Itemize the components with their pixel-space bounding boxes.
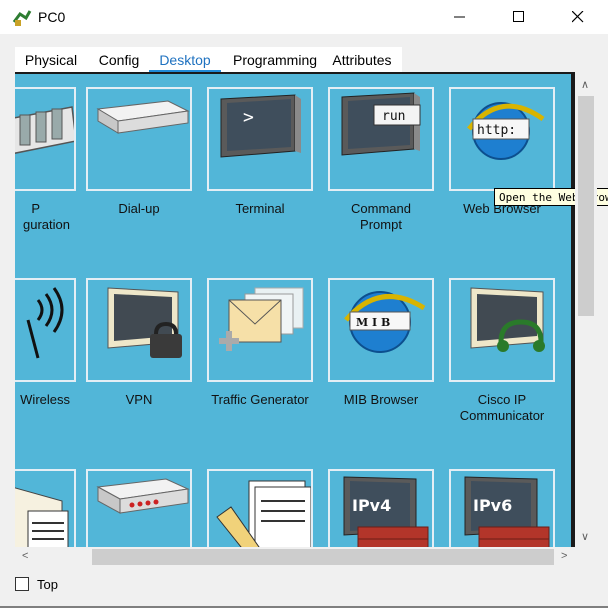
traffic-generator-app[interactable] (207, 278, 313, 382)
tab-attributes[interactable]: Attributes (328, 47, 396, 72)
text-editor-icon (216, 480, 311, 547)
ipv4-firewall-icon: IPv4 (343, 476, 429, 547)
scroll-up-icon[interactable]: ∧ (581, 78, 589, 91)
maximize-icon (513, 11, 524, 22)
content-border-top (15, 72, 575, 74)
vertical-scroll-thumb[interactable] (578, 96, 594, 316)
close-icon (572, 11, 584, 23)
scroll-left-icon[interactable]: < (22, 550, 28, 562)
svg-text:>: > (243, 107, 254, 128)
tab-physical[interactable]: Physical (15, 47, 87, 72)
maximize-button[interactable] (489, 0, 549, 34)
command-prompt-label: Command Prompt (351, 201, 411, 232)
tab-bar: Physical Config Desktop Programming Attr… (15, 47, 402, 72)
terminal-icon: > (220, 94, 301, 158)
close-button[interactable] (548, 0, 608, 34)
top-checkbox-label: Top (37, 577, 58, 592)
web-browser-app[interactable]: http: (449, 87, 555, 191)
scroll-right-icon[interactable]: > (561, 550, 567, 562)
top-checkbox[interactable] (15, 577, 29, 591)
terminal-label: Terminal (235, 201, 285, 216)
tab-programming[interactable]: Programming (225, 47, 325, 72)
tab-desktop[interactable]: Desktop (149, 47, 221, 72)
svg-text:IPv6: IPv6 (473, 496, 512, 515)
traffic-generator-label: Traffic Generator (211, 392, 309, 407)
cisco-ip-communicator-app[interactable] (449, 278, 555, 382)
window-title: PC0 (38, 9, 66, 25)
packet-tracer-icon (12, 10, 32, 26)
pppoe-dialer-app[interactable] (86, 469, 192, 547)
ip-configuration-icon (15, 106, 74, 154)
vpn-app[interactable] (86, 278, 192, 382)
desktop-panel: P guration Dial-up > Terminal run Comman (15, 72, 575, 547)
mib-browser-label: MIB Browser (343, 392, 419, 407)
ip-configuration-app[interactable] (15, 87, 76, 191)
tab-config[interactable]: Config (91, 47, 147, 72)
dial-up-app[interactable] (86, 87, 192, 191)
text-editor-app[interactable] (207, 469, 313, 547)
mib-browser-icon: M I B (344, 291, 426, 353)
svg-text:M I B: M I B (356, 316, 390, 329)
traffic-generator-icon (219, 287, 304, 351)
terminal-app[interactable]: > (207, 87, 313, 191)
dialer-device-icon (96, 478, 190, 514)
scroll-down-icon[interactable]: ∨ (581, 530, 589, 543)
wireless-icon (26, 287, 64, 359)
modem-icon (96, 100, 190, 134)
vpn-label: VPN (125, 392, 153, 407)
command-prompt-icon: run (341, 92, 421, 156)
email-icon (15, 487, 69, 547)
cisco-ip-communicator-label: Cisco IP Communicator (459, 392, 545, 423)
ipv6-firewall-icon: IPv6 (464, 476, 550, 547)
mib-browser-app[interactable]: M I B (328, 278, 434, 382)
svg-text:http:: http: (477, 123, 516, 138)
svg-text:IPv4: IPv4 (352, 496, 391, 515)
horizontal-scroll-thumb[interactable] (92, 549, 554, 565)
minimize-button[interactable] (430, 0, 490, 34)
email-app[interactable] (15, 469, 76, 547)
svg-text:run: run (382, 109, 405, 124)
ipv4-firewall-app[interactable]: IPv4 (328, 469, 434, 547)
wireless-app[interactable] (15, 278, 76, 382)
ipv6-firewall-app[interactable]: IPv6 (449, 469, 555, 547)
command-prompt-app[interactable]: run (328, 87, 434, 191)
minimize-icon (454, 16, 465, 18)
headset-monitor-icon (470, 287, 545, 352)
title-bar: PC0 (0, 0, 608, 34)
vpn-lock-icon (107, 287, 182, 358)
dial-up-label: Dial-up (118, 201, 160, 216)
web-browser-icon: http: (467, 102, 545, 160)
